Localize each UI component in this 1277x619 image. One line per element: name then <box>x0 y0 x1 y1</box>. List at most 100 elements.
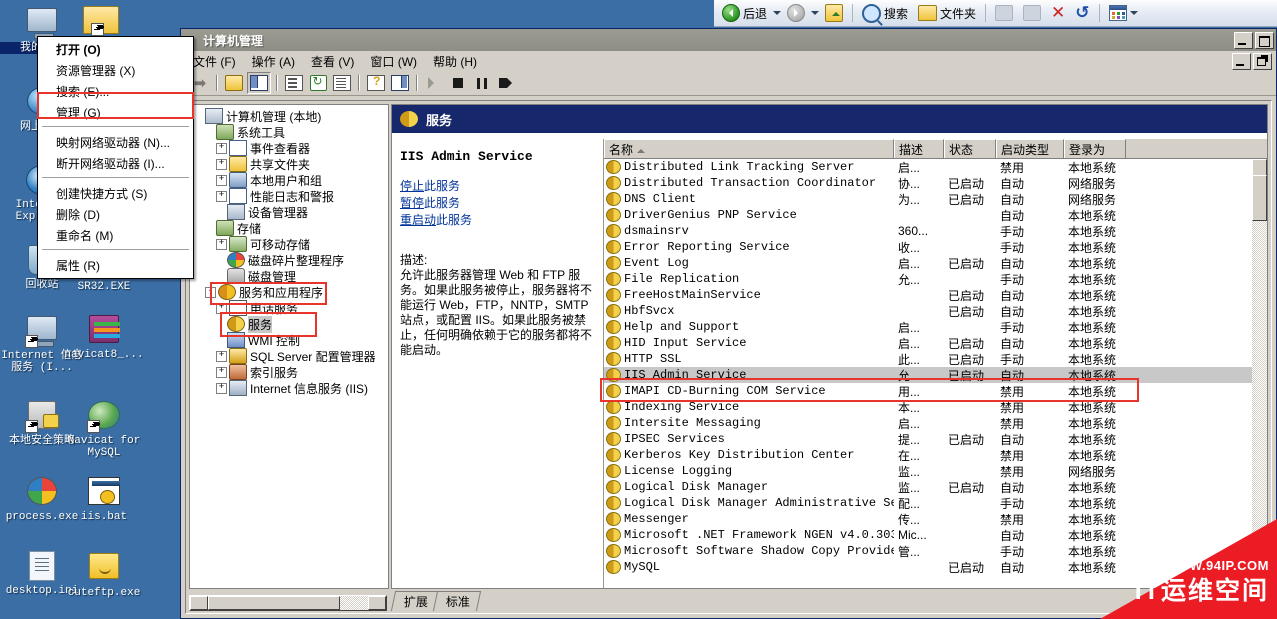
folders-button[interactable]: 文件夹 <box>914 3 980 24</box>
tree-node-3[interactable]: + 共享文件夹 <box>194 156 388 172</box>
tree-node-10[interactable]: 磁盘管理 <box>194 268 388 284</box>
table-row[interactable]: Help and Support 启... 手动 本地系统 <box>604 319 1252 335</box>
move-to-button[interactable] <box>991 3 1017 24</box>
tree-node-16[interactable]: + 索引服务 <box>194 364 388 380</box>
tree-node-8[interactable]: + 可移动存储 <box>194 236 388 252</box>
table-row[interactable]: HID Input Service 启... 已启动 自动 本地系统 <box>604 335 1252 351</box>
context-menu-item-2[interactable]: 搜索 (E)... <box>38 81 193 102</box>
scroll-right-button[interactable] <box>368 596 386 610</box>
expand-icon[interactable]: + <box>216 190 227 202</box>
tree-node-13[interactable]: 服务 <box>194 315 388 333</box>
tree-node-0[interactable]: 计算机管理 (本地) <box>194 108 388 124</box>
menu-window[interactable]: 窗口 (W) <box>370 53 417 70</box>
context-menu-item-6[interactable]: 创建快捷方式 (S) <box>38 183 193 204</box>
context-menu-item-8[interactable]: 重命名 (M) <box>38 225 193 246</box>
table-row[interactable]: Event Log 启... 已启动 自动 本地系统 <box>604 255 1252 271</box>
back-button[interactable]: 后退 <box>718 3 771 24</box>
desktop-icon-cuteftp[interactable]: cuteftp.exe <box>62 549 146 599</box>
stop-service-button[interactable] <box>447 73 469 93</box>
tree-node-11[interactable]: - 服务和应用程序 <box>194 284 388 300</box>
undo-button[interactable]: ↺ <box>1071 3 1093 24</box>
tree-node-14[interactable]: WMI 控制 <box>194 332 388 348</box>
delete-button[interactable]: ✕ <box>1047 3 1069 24</box>
start-service-button[interactable] <box>423 73 445 93</box>
table-row[interactable]: Indexing Service 本... 禁用 本地系统 <box>604 399 1252 415</box>
copy-to-button[interactable] <box>1019 3 1045 24</box>
table-row[interactable]: Distributed Transaction Coordinator 协... 已… <box>604 175 1252 191</box>
tree-node-4[interactable]: + 本地用户和组 <box>194 172 388 188</box>
pause-service-button[interactable] <box>471 73 493 93</box>
restart-service-button[interactable] <box>495 73 517 93</box>
tree-node-7[interactable]: 存储 <box>194 220 388 236</box>
restart-service-link[interactable]: 重启动此服务 <box>400 212 595 229</box>
search-button[interactable]: 搜索 <box>858 3 912 24</box>
column-header-4[interactable]: 登录为 <box>1064 139 1126 158</box>
column-header-3[interactable]: 启动类型 <box>996 139 1064 158</box>
context-menu-item-9[interactable]: 属性 (R) <box>38 255 193 276</box>
column-header-2[interactable]: 状态 <box>944 139 996 158</box>
tree-node-5[interactable]: + 性能日志和警报 <box>194 188 388 204</box>
context-menu-item-0[interactable]: 打开 (O) <box>38 39 193 60</box>
table-row[interactable]: DNS Client 为... 已启动 自动 网络服务 <box>604 191 1252 207</box>
table-row[interactable]: DriverGenius PNP Service 自动 本地系统 <box>604 207 1252 223</box>
tree-node-12[interactable]: + 电话服务 <box>194 300 388 316</box>
views-dropdown-icon[interactable] <box>1129 11 1138 19</box>
context-menu-item-7[interactable]: 删除 (D) <box>38 204 193 225</box>
table-row[interactable]: IIS Admin Service 允... 已启动 自动 本地系统 <box>604 367 1252 383</box>
menu-help[interactable]: 帮助 (H) <box>433 53 477 70</box>
table-row[interactable]: HTTP SSL 此... 已启动 手动 本地系统 <box>604 351 1252 367</box>
console-tree-pane[interactable]: 计算机管理 (本地) 系统工具 + 事件查看器 + 共享文件夹 + 本地用户和组 + 性能日志和警… <box>189 104 389 589</box>
table-row[interactable]: FreeHostMainService 已启动 自动 本地系统 <box>604 287 1252 303</box>
expand-icon[interactable]: + <box>216 366 227 378</box>
column-header-1[interactable]: 描述 <box>894 139 944 158</box>
refresh-button[interactable] <box>307 73 329 93</box>
export-list-button[interactable] <box>331 73 353 93</box>
menu-view[interactable]: 查看 (V) <box>311 53 354 70</box>
menu-action[interactable]: 操作 (A) <box>252 53 295 70</box>
table-row[interactable]: Intersite Messaging 启... 禁用 本地系统 <box>604 415 1252 431</box>
table-row[interactable]: Logical Disk Manager 监... 已启动 自动 本地系统 <box>604 479 1252 495</box>
properties-button[interactable] <box>283 73 305 93</box>
up-button[interactable] <box>821 3 847 24</box>
table-row[interactable]: Error Reporting Service 收... 手动 本地系统 <box>604 239 1252 255</box>
tree-node-9[interactable]: 磁盘碎片整理程序 <box>194 252 388 268</box>
table-row[interactable]: IMAPI CD-Burning COM Service 用... 禁用 本地系统 <box>604 383 1252 399</box>
tree-horizontal-scrollbar[interactable] <box>189 595 387 611</box>
minimize-button[interactable] <box>1234 31 1253 49</box>
table-row[interactable]: IPSEC Services 提... 已启动 自动 本地系统 <box>604 431 1252 447</box>
context-menu-item-4[interactable]: 映射网络驱动器 (N)... <box>38 132 193 153</box>
tree-node-15[interactable]: + SQL Server 配置管理器 <box>194 348 388 364</box>
context-menu-item-3[interactable]: 管理 (G) <box>38 102 193 123</box>
up-one-level-button[interactable] <box>223 73 245 93</box>
desktop-icon-navicat8-archive[interactable]: navicat8_... <box>62 312 146 361</box>
desktop-icon-navicat-mysql[interactable]: Navicat for MySQL <box>62 398 146 459</box>
scroll-thumb[interactable] <box>1252 175 1267 221</box>
expand-icon[interactable]: + <box>216 382 227 394</box>
stop-service-link[interactable]: 停止此服务 <box>400 178 595 195</box>
doc-minimize-button[interactable] <box>1232 52 1251 70</box>
column-header-0[interactable]: 名称 <box>604 139 894 158</box>
table-row[interactable]: Kerberos Key Distribution Center 在... 禁用 本地… <box>604 447 1252 463</box>
doc-restore-button[interactable] <box>1253 52 1272 70</box>
table-row[interactable]: Distributed Link Tracking Server 启... 禁用 本地… <box>604 159 1252 175</box>
tree-node-17[interactable]: + Internet 信息服务 (IIS) <box>194 380 388 396</box>
table-row[interactable]: License Logging 监... 禁用 网络服务 <box>604 463 1252 479</box>
expand-icon[interactable]: + <box>216 174 227 186</box>
tree-node-1[interactable]: 系统工具 <box>194 124 388 140</box>
table-row[interactable]: Logical Disk Manager Administrative Serv… <box>604 495 1252 511</box>
desktop-icon-iis-bat[interactable]: iis.bat <box>62 474 146 523</box>
back-dropdown-icon[interactable] <box>773 11 782 19</box>
tree-node-6[interactable]: 设备管理器 <box>194 204 388 220</box>
table-row[interactable]: HbfSvcx 已启动 自动 本地系统 <box>604 303 1252 319</box>
hscroll-thumb[interactable] <box>208 596 340 610</box>
forward-button[interactable] <box>783 3 809 24</box>
table-row[interactable]: dsmainsrv 360... 手动 本地系统 <box>604 223 1252 239</box>
context-menu-item-5[interactable]: 断开网络驱动器 (I)... <box>38 153 193 174</box>
tab-standard[interactable]: 标准 <box>432 591 482 611</box>
show-hide-tree-button[interactable] <box>247 72 271 94</box>
hscroll-track[interactable] <box>340 596 368 610</box>
scroll-up-button[interactable] <box>1252 159 1267 176</box>
desktop-folder-icon[interactable] <box>70 2 130 40</box>
expand-icon[interactable]: + <box>216 350 227 362</box>
table-row[interactable]: File Replication 允... 手动 本地系统 <box>604 271 1252 287</box>
